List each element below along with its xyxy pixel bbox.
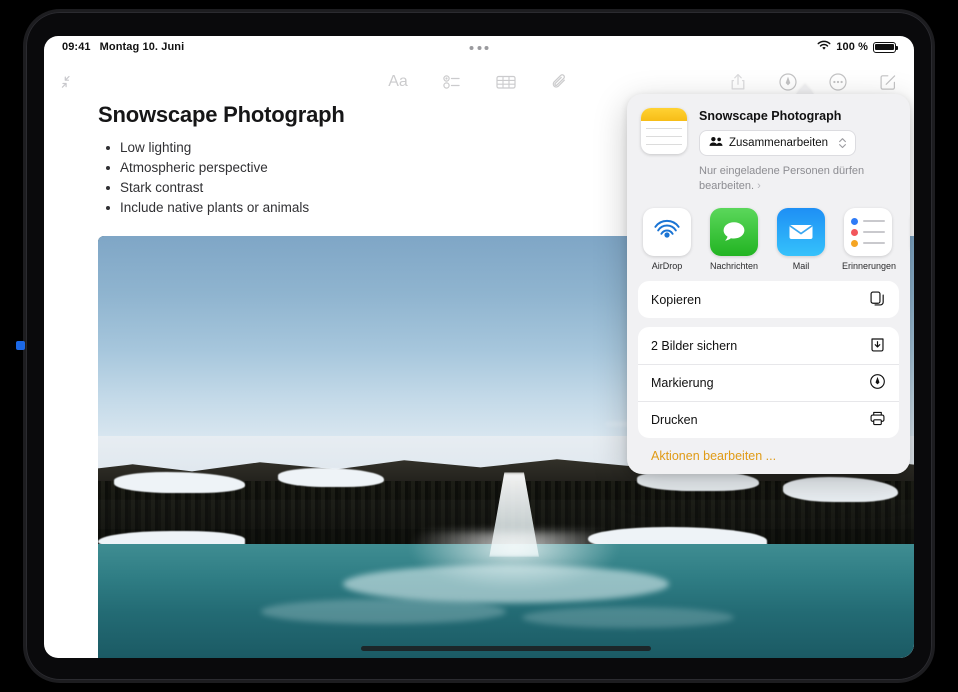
collapse-arrows-icon[interactable] — [54, 70, 78, 94]
status-date: Montag 10. Juni — [100, 41, 185, 53]
airdrop-icon — [643, 208, 691, 256]
markup-pen-circle-icon — [869, 373, 886, 393]
reminders-icon — [844, 208, 892, 256]
share-actions-group-1: Kopieren — [638, 281, 899, 318]
share-sheet-title: Snowscape Photograph — [699, 109, 896, 123]
copy-icon — [869, 290, 886, 310]
status-time: 09:41 — [62, 41, 91, 53]
share-target-mail[interactable]: Mail — [775, 208, 827, 271]
action-markierung[interactable]: Markierung — [638, 364, 899, 401]
action-label: Markierung — [651, 376, 714, 390]
format-aa-label: Aa — [388, 73, 408, 91]
share-sheet: Snowscape Photograph Zusammenarbeiten — [627, 94, 910, 474]
collaborate-label: Zusammenarbeiten — [729, 137, 828, 149]
battery-percent-label: 100 % — [836, 41, 868, 53]
messages-icon — [710, 208, 758, 256]
action-label: 2 Bilder sichern — [651, 339, 737, 353]
table-icon[interactable] — [494, 70, 518, 94]
compose-pencil-square-icon[interactable] — [876, 70, 900, 94]
share-target-reminders[interactable]: Erinnerungen — [842, 208, 894, 271]
notes-app-icon — [641, 108, 687, 154]
app-label: AirDrop — [641, 261, 693, 271]
app-label: Fr — [909, 261, 910, 271]
share-sheet-header: Snowscape Photograph Zusammenarbeiten — [627, 94, 910, 206]
status-right-group: 100 % — [817, 40, 896, 54]
toolbar-format-group: Aa — [386, 70, 572, 94]
water-foam — [343, 565, 669, 603]
snow-cap — [114, 472, 245, 493]
share-app-row[interactable]: AirDrop Nachrichten — [627, 206, 910, 281]
app-label: Nachrichten — [708, 261, 760, 271]
left-edge-indicator — [16, 341, 25, 350]
app-label: Erinnerungen — [842, 261, 894, 271]
share-target-airdrop[interactable]: AirDrop — [641, 208, 693, 271]
share-target-freeform[interactable]: Fr — [909, 208, 910, 271]
action-kopieren[interactable]: Kopieren — [638, 281, 899, 318]
battery-icon — [873, 42, 896, 53]
share-sheet-meta: Snowscape Photograph Zusammenarbeiten — [699, 108, 896, 194]
action-label: Kopieren — [651, 293, 701, 307]
chevron-right-icon: › — [757, 180, 761, 192]
toolbar-left-group — [54, 70, 78, 94]
more-ellipsis-circle-icon[interactable] — [826, 70, 850, 94]
chevron-up-down-icon — [838, 137, 847, 149]
app-label: Mail — [775, 261, 827, 271]
action-bilder-sichern[interactable]: 2 Bilder sichern — [638, 327, 899, 364]
collaborate-dropdown[interactable]: Zusammenarbeiten — [699, 130, 856, 156]
share-sheet-caret — [796, 84, 814, 94]
two-people-icon — [709, 136, 723, 150]
permission-label: Nur eingeladene Personen dürfen bearbeit… — [699, 165, 864, 192]
home-indicator[interactable] — [361, 646, 651, 651]
printer-icon — [869, 410, 886, 430]
share-actions-group-2: 2 Bilder sichern Markierung — [638, 327, 899, 438]
ipad-screen: 09:41 Montag 10. Juni 100 % — [44, 36, 914, 658]
action-label: Drucken — [651, 413, 698, 427]
wifi-icon — [817, 40, 831, 54]
water-foam — [261, 599, 506, 624]
share-target-messages[interactable]: Nachrichten — [708, 208, 760, 271]
ipad-device: 09:41 Montag 10. Juni 100 % — [0, 0, 958, 692]
format-aa-icon[interactable]: Aa — [386, 70, 410, 94]
share-icon[interactable] — [726, 70, 750, 94]
mail-icon — [777, 208, 825, 256]
permission-text[interactable]: Nur eingeladene Personen dürfen bearbeit… — [699, 164, 896, 194]
action-drucken[interactable]: Drucken — [638, 401, 899, 438]
multitask-dots-icon[interactable] — [462, 41, 497, 55]
edit-actions-link[interactable]: Aktionen bearbeiten ... — [627, 447, 910, 465]
save-download-icon — [869, 336, 886, 356]
attachment-paperclip-icon[interactable] — [548, 70, 572, 94]
checklist-icon[interactable] — [440, 70, 464, 94]
snow-cap — [278, 468, 384, 487]
